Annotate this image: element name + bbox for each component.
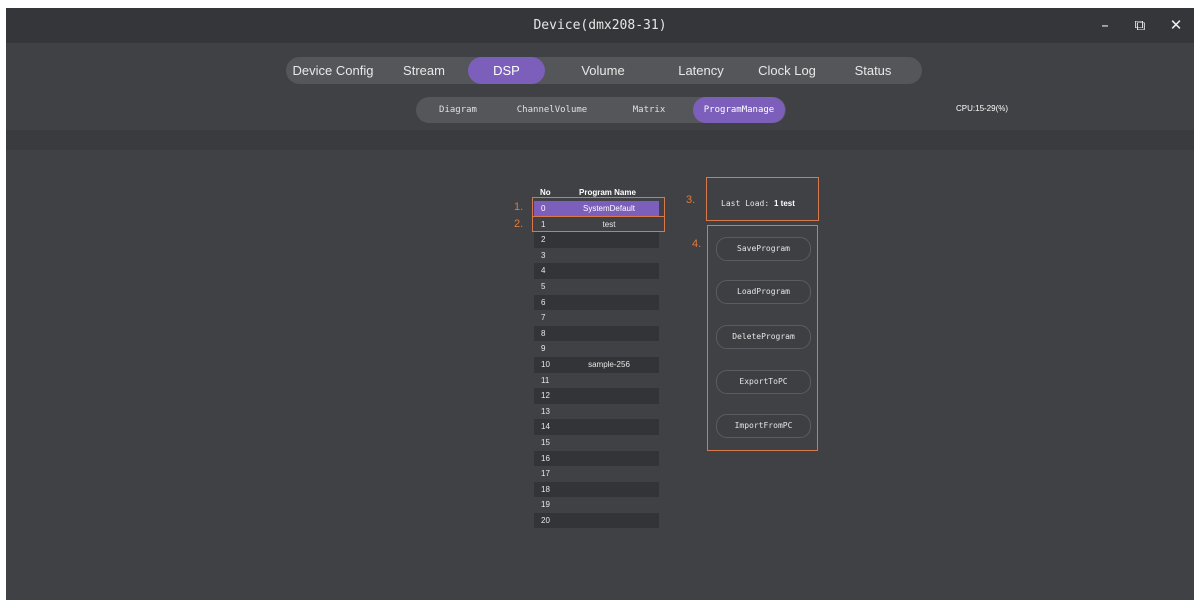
program-row[interactable]: 13 xyxy=(534,404,659,420)
program-no: 9 xyxy=(541,344,546,354)
program-no: 18 xyxy=(541,484,550,494)
column-header-no: No xyxy=(540,188,551,197)
annotation-label-3: 3. xyxy=(686,194,696,206)
app-window: Device(dmx208-31) – ⧉ ✕ Device Config St… xyxy=(6,8,1194,600)
program-row[interactable]: 4 xyxy=(534,263,659,279)
program-name: sample-256 xyxy=(588,359,630,369)
program-no: 14 xyxy=(541,422,550,432)
tab-latency[interactable]: Latency xyxy=(661,57,741,84)
program-row[interactable]: 14 xyxy=(534,419,659,435)
program-no: 16 xyxy=(541,453,550,463)
save-program-button[interactable]: SaveProgram xyxy=(716,237,811,261)
sub-tab-bar: Diagram ChannelVolume Matrix ProgramMana… xyxy=(416,97,786,123)
program-no: 19 xyxy=(541,500,550,510)
program-row[interactable]: 17 xyxy=(534,466,659,482)
program-row[interactable]: 2 xyxy=(534,232,659,248)
annotation-label-1: 1. xyxy=(514,201,524,213)
program-list: 0 SystemDefault 1 test 2 3 4 5 6 7 8 9 10 s… xyxy=(534,201,659,529)
subtab-channel-volume[interactable]: ChannelVolume xyxy=(504,97,600,123)
program-no: 10 xyxy=(541,359,550,369)
annotation-box-2 xyxy=(532,216,665,232)
program-no: 13 xyxy=(541,406,550,416)
program-row[interactable]: 10 sample-256 xyxy=(534,356,659,373)
program-no: 11 xyxy=(541,375,550,385)
load-program-button[interactable]: LoadProgram xyxy=(716,280,811,304)
program-row[interactable]: 3 xyxy=(534,248,659,264)
program-no: 7 xyxy=(541,313,546,323)
export-to-pc-button[interactable]: ExportToPC xyxy=(716,370,811,394)
tab-device-config[interactable]: Device Config xyxy=(286,57,380,84)
program-row[interactable]: 20 xyxy=(534,512,659,529)
annotation-label-2: 2. xyxy=(514,218,524,230)
tab-clock-log[interactable]: Clock Log xyxy=(741,57,833,84)
program-row[interactable]: 12 xyxy=(534,388,659,404)
tab-status[interactable]: Status xyxy=(833,57,913,84)
program-no: 6 xyxy=(541,297,546,307)
title-bar[interactable]: Device(dmx208-31) – ⧉ ✕ xyxy=(6,8,1194,43)
restore-icon[interactable]: ⧉ xyxy=(1126,8,1154,43)
program-no: 15 xyxy=(541,437,550,447)
tab-dsp[interactable]: DSP xyxy=(468,57,545,84)
program-no: 3 xyxy=(541,250,546,260)
program-no: 12 xyxy=(541,391,550,401)
delete-program-button[interactable]: DeleteProgram xyxy=(716,325,811,349)
program-row[interactable]: 18 xyxy=(534,481,659,498)
program-no: 4 xyxy=(541,266,546,276)
tab-stream[interactable]: Stream xyxy=(384,57,464,84)
program-no: 20 xyxy=(541,515,550,525)
program-row[interactable]: 6 xyxy=(534,294,659,311)
close-icon[interactable]: ✕ xyxy=(1162,8,1190,43)
program-row[interactable]: 19 xyxy=(534,497,659,513)
cpu-usage: CPU:15-29(%) xyxy=(956,104,1009,113)
program-row[interactable]: 5 xyxy=(534,279,659,295)
subtab-matrix[interactable]: Matrix xyxy=(614,97,684,123)
header-divider xyxy=(6,130,1194,150)
program-row[interactable]: 9 xyxy=(534,341,659,357)
import-from-pc-button[interactable]: ImportFromPC xyxy=(716,414,811,438)
tab-volume[interactable]: Volume xyxy=(553,57,653,84)
annotation-label-4: 4. xyxy=(692,238,702,250)
column-header-program-name: Program Name xyxy=(579,188,636,197)
window-title: Device(dmx208-31) xyxy=(533,18,667,33)
program-no: 17 xyxy=(541,469,550,479)
last-load-status: Last Load: 1 test xyxy=(721,199,795,208)
program-row[interactable]: 15 xyxy=(534,435,659,451)
last-load-value: 1 test xyxy=(774,199,795,208)
program-no: 5 xyxy=(541,281,546,291)
main-tab-row: Device Config Stream DSP Volume Latency … xyxy=(6,43,1194,98)
program-no: 2 xyxy=(541,235,546,245)
minimize-icon[interactable]: – xyxy=(1091,8,1119,43)
program-row[interactable]: 11 xyxy=(534,373,659,389)
annotation-box-1 xyxy=(532,197,665,217)
last-load-label: Last Load: xyxy=(721,199,770,208)
subtab-program-manage[interactable]: ProgramManage xyxy=(693,97,785,123)
main-tab-bar: Device Config Stream DSP Volume Latency … xyxy=(286,57,922,84)
program-row[interactable]: 16 xyxy=(534,450,659,467)
program-no: 8 xyxy=(541,328,546,338)
program-row[interactable]: 8 xyxy=(534,325,659,342)
subtab-diagram[interactable]: Diagram xyxy=(428,97,488,123)
program-row[interactable]: 7 xyxy=(534,310,659,326)
